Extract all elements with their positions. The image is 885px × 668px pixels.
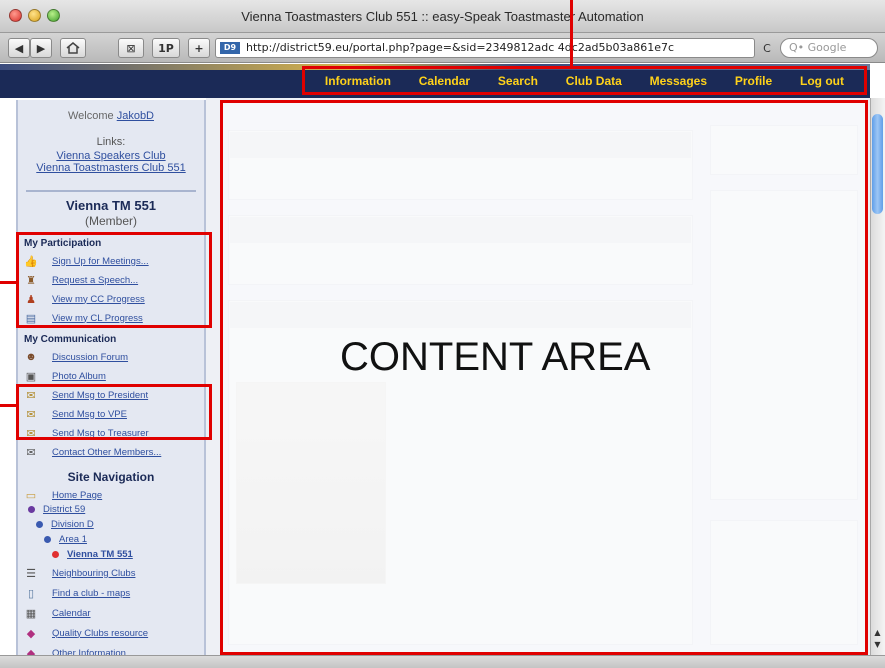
member-role: (Member) <box>84 214 137 228</box>
forward-arrow-icon: ▶ <box>36 41 46 55</box>
nav-calendar[interactable]: Calendar <box>419 74 470 88</box>
photo-icon: ▣ <box>25 370 37 383</box>
tree-division-d[interactable]: Division D <box>36 517 94 531</box>
tree-bullet-icon <box>28 505 35 513</box>
add-bookmark-button[interactable]: + <box>188 38 210 58</box>
stop-button[interactable]: ⊠ <box>118 38 144 58</box>
site-favicon-icon: D9 <box>220 42 240 54</box>
status-bar <box>0 655 885 668</box>
nav-search[interactable]: Search <box>498 74 538 88</box>
tree-district-label: District 59 <box>43 503 86 515</box>
link-vienna-toastmasters[interactable]: Vienna Toastmasters Club 551 <box>22 162 200 174</box>
pr-label: 1P <box>158 41 174 55</box>
links-list: Vienna Speakers Club Vienna Toastmasters… <box>22 150 200 174</box>
discussion-forum-label: Discussion Forum <box>52 351 129 363</box>
browser-toolbar: ◀ ▶ ⊠ 1P + D9 http://district59.eu/porta… <box>0 33 885 63</box>
home-page-label: Home Page <box>52 489 103 501</box>
window-title: Vienna Toastmasters Club 551 :: easy-Spe… <box>241 9 644 24</box>
home-button[interactable] <box>60 38 86 58</box>
photo-album-label: Photo Album <box>52 370 106 382</box>
calendar-icon: ▦ <box>25 607 37 620</box>
find-club-label: Find a club - maps <box>52 587 131 599</box>
address-bar[interactable]: D9 http://district59.eu/portal.php?page=… <box>215 38 755 58</box>
tree-bullet-icon <box>52 550 59 558</box>
username-link[interactable]: JakobD <box>117 110 154 122</box>
scrollbar-thumb[interactable] <box>872 114 883 214</box>
tree-bullet-icon <box>36 520 43 528</box>
participation-highlight <box>16 232 212 328</box>
neighbouring-clubs-label: Neighbouring Clubs <box>52 567 136 579</box>
club-name: Vienna TM 551 <box>65 198 157 213</box>
communication-title: My Communication <box>24 334 117 345</box>
tree-division-label: Division D <box>51 518 94 530</box>
messaging-highlight <box>16 384 212 440</box>
contact-members-link[interactable]: ✉ Contact Other Members... <box>24 443 161 461</box>
link-vienna-speakers[interactable]: Vienna Speakers Club <box>22 150 200 162</box>
back-arrow-icon: ◀ <box>14 41 24 55</box>
links-label: Links: <box>96 136 126 148</box>
callout-line <box>570 0 573 66</box>
pr-button[interactable]: 1P <box>152 38 180 58</box>
tree-bullet-icon <box>44 535 51 543</box>
tree-area-1[interactable]: Area 1 <box>44 532 87 546</box>
home-icon <box>66 42 80 54</box>
contact-members-label: Contact Other Members... <box>52 446 162 458</box>
envelope-stack-icon: ✉ <box>26 446 36 459</box>
quality-clubs-label: Quality Clubs resource <box>52 627 149 639</box>
reload-icon: C <box>763 41 771 55</box>
quality-clubs-link[interactable]: ◆ Quality Clubs resource <box>24 624 148 642</box>
people-icon: ☻ <box>25 351 37 363</box>
welcome-line: Welcome JakobD <box>18 110 204 122</box>
scroll-up-arrow-icon[interactable]: ▲ <box>872 628 883 638</box>
forward-button[interactable]: ▶ <box>30 38 52 58</box>
search-field[interactable]: Q• Google <box>780 38 878 58</box>
stop-icon: ⊠ <box>126 41 136 55</box>
nav-club-data[interactable]: Club Data <box>566 74 622 88</box>
callout-line <box>0 281 16 284</box>
neighbouring-clubs-link[interactable]: ☰ Neighbouring Clubs <box>24 564 135 582</box>
sidebar-divider <box>26 190 196 192</box>
tree-club-label: Vienna TM 551 <box>67 548 133 560</box>
calendar-label: Calendar <box>52 607 91 619</box>
tree-area-label: Area 1 <box>59 533 87 545</box>
callout-line <box>0 404 16 407</box>
diamond-icon: ◆ <box>26 627 36 640</box>
window-titlebar: Vienna Toastmasters Club 551 :: easy-Spe… <box>0 0 885 33</box>
nav-information[interactable]: Information <box>325 74 391 88</box>
nav-messages[interactable]: Messages <box>650 74 707 88</box>
tree-vienna-tm-551[interactable]: Vienna TM 551 <box>52 547 133 561</box>
scroll-down-arrow-icon[interactable]: ▼ <box>872 640 883 650</box>
welcome-prefix: Welcome <box>67 110 114 122</box>
url-text: http://district59.eu/portal.php?page=&si… <box>246 41 675 54</box>
find-club-link[interactable]: ▯ Find a club - maps <box>24 584 130 602</box>
discussion-forum-link[interactable]: ☻ Discussion Forum <box>24 348 128 366</box>
calendar-link[interactable]: ▦ Calendar <box>24 604 91 622</box>
plus-icon: + <box>194 41 204 55</box>
back-button[interactable]: ◀ <box>8 38 30 58</box>
site-navigation-title: Site Navigation <box>67 470 155 484</box>
search-placeholder: Q• Google <box>789 41 847 54</box>
page-icon: ▭ <box>25 489 37 502</box>
photo-album-link[interactable]: ▣ Photo Album <box>24 367 106 385</box>
document-icon: ▯ <box>27 587 35 600</box>
content-area-label: CONTENT AREA <box>340 335 651 379</box>
list-icon: ☰ <box>26 567 36 580</box>
main-navigation: Information Calendar Search Club Data Me… <box>302 66 867 95</box>
tree-district-59[interactable]: District 59 <box>28 502 85 516</box>
nav-log-out[interactable]: Log out <box>800 74 844 88</box>
nav-profile[interactable]: Profile <box>735 74 772 88</box>
reload-button[interactable]: C <box>758 38 776 58</box>
